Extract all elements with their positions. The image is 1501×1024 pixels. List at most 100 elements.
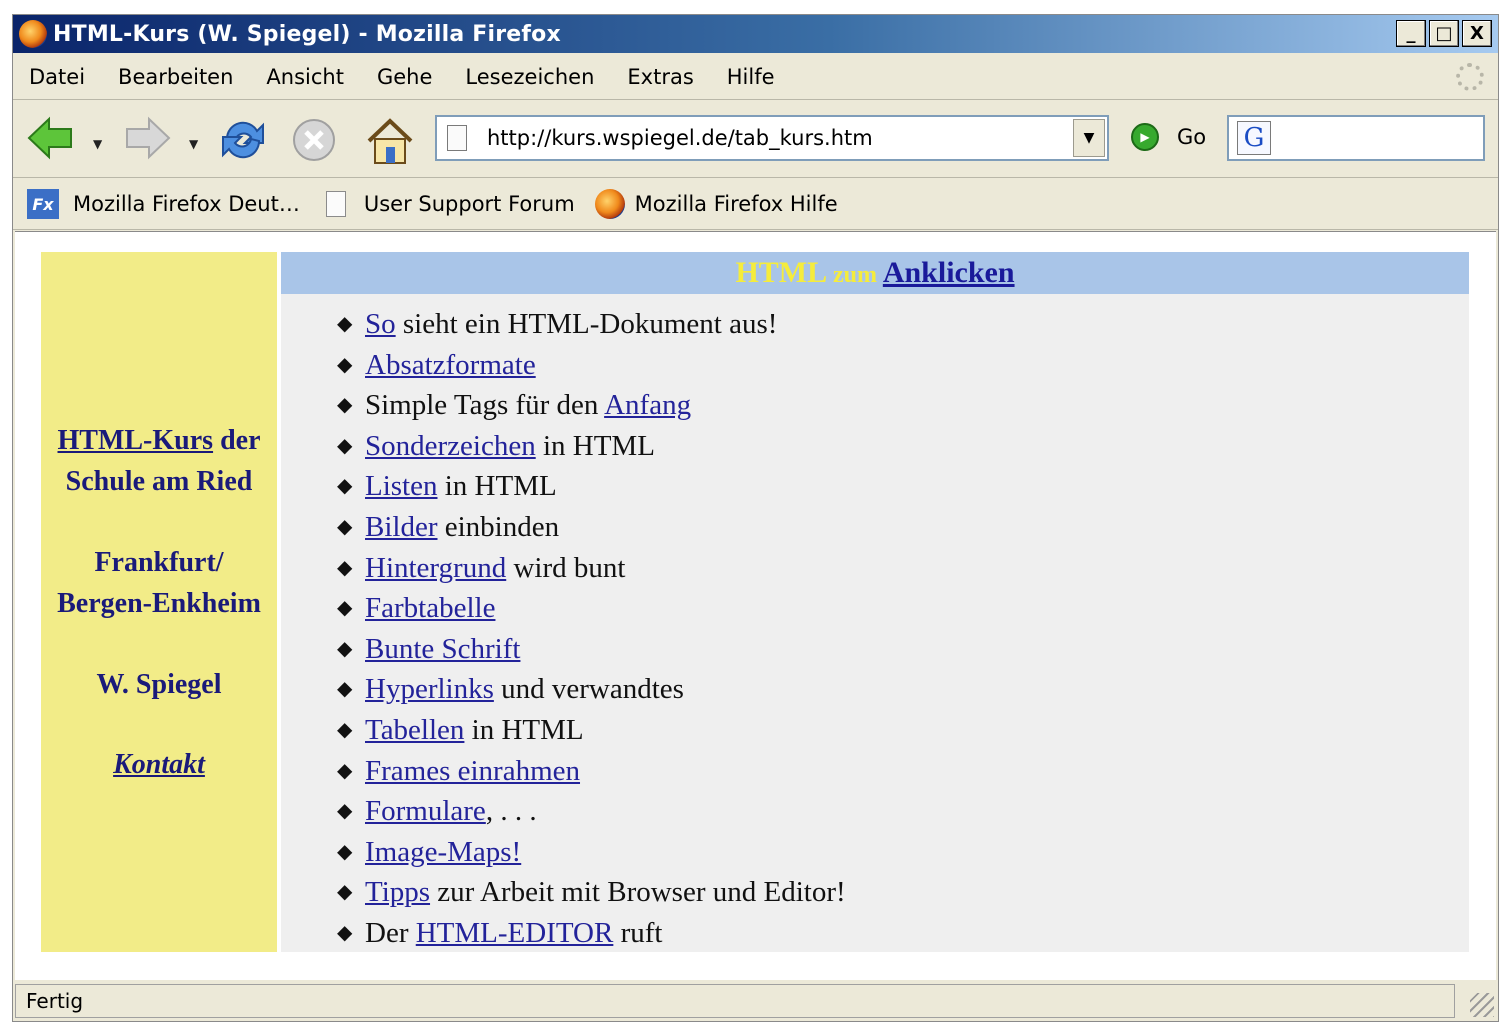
menu-ansicht[interactable]: Ansicht [266, 65, 344, 89]
list-item: ◆ Absatzformate [337, 345, 846, 386]
topic-link[interactable]: Bunte Schrift [365, 633, 520, 665]
status-bar: Fertig [13, 981, 1498, 1021]
go-icon[interactable]: ▶ [1131, 123, 1159, 151]
item-text-before: Der [365, 916, 416, 949]
bookmark-firefox-deutsch[interactable]: Fx Mozilla Firefox Deut… [13, 189, 300, 219]
stop-icon[interactable] [289, 115, 339, 165]
url-dropdown-icon[interactable]: ▼ [1073, 119, 1105, 157]
header-text-html: HTML [735, 256, 826, 289]
browser-window: HTML-Kurs (W. Spiegel) - Mozilla Firefox… [12, 14, 1499, 1022]
item-text-after: , . . . [485, 795, 537, 828]
reload-icon[interactable] [217, 115, 269, 165]
topic-link[interactable]: Listen [365, 470, 438, 502]
menu-bearbeiten[interactable]: Bearbeiten [118, 65, 233, 89]
bullet-icon: ◆ [337, 637, 353, 660]
go-button[interactable]: ▶ Go [1131, 123, 1206, 151]
status-text: Fertig [26, 989, 84, 1013]
close-button[interactable]: X [1462, 20, 1492, 47]
list-item: ◆ Formulare, . . . [337, 791, 846, 832]
item-text-after: einbinden [437, 510, 560, 543]
main-header: HTML zum Anklicken [281, 252, 1469, 294]
menu-gehe[interactable]: Gehe [377, 65, 432, 89]
bookmark-label[interactable]: User Support Forum [364, 192, 575, 216]
bookmark-support-forum[interactable]: User Support Forum [320, 191, 575, 217]
school-name: Schule am Ried [65, 466, 253, 497]
topic-link[interactable]: Frames einrahmen [365, 755, 580, 787]
list-item: ◆ Bunte Schrift [337, 629, 846, 670]
header-link[interactable]: Anklicken [883, 256, 1015, 289]
window-title: HTML-Kurs (W. Spiegel) - Mozilla Firefox [53, 21, 561, 47]
city-line-2: Bergen-Enkheim [57, 588, 261, 619]
item-text-before: Simple Tags für den [365, 389, 605, 422]
topic-list: ◆ So sieht ein HTML-Dokument aus! ◆ Absatzf… [337, 304, 846, 954]
forward-arrow-icon[interactable] [121, 115, 173, 161]
page-icon [447, 125, 467, 151]
go-label[interactable]: Go [1177, 125, 1206, 149]
topic-link[interactable]: Bilder [365, 511, 438, 543]
topic-link[interactable]: Image-Maps! [365, 836, 521, 868]
maximize-button[interactable]: □ [1429, 20, 1459, 47]
page-main: HTML zum Anklicken ◆ So sieht ein HTML-Do… [281, 252, 1469, 952]
menu-datei[interactable]: Datei [29, 65, 85, 89]
topic-link[interactable]: Tabellen [365, 714, 464, 746]
list-item: ◆ Simple Tags für den Anfang [337, 385, 846, 426]
menu-extras[interactable]: Extras [627, 65, 693, 89]
topic-link[interactable]: Farbtabelle [365, 592, 495, 624]
contact-link[interactable]: Kontakt [113, 749, 205, 780]
navigation-toolbar: ▼ ▼ http://kurs.wspiegel.de/tab_kurs.htm… [13, 101, 1498, 178]
search-engine-icon[interactable]: G [1237, 121, 1271, 155]
topic-link[interactable]: So [365, 308, 396, 340]
bookmark-label[interactable]: Mozilla Firefox Hilfe [635, 192, 838, 216]
bullet-icon: ◆ [337, 515, 353, 538]
bullet-icon: ◆ [337, 434, 353, 457]
list-item: ◆ Tipps zur Arbeit mit Browser und Editor… [337, 872, 846, 913]
bullet-icon: ◆ [337, 718, 353, 741]
bullet-icon: ◆ [337, 394, 353, 417]
item-text-after: und verwandtes [493, 673, 684, 706]
menu-lesezeichen[interactable]: Lesezeichen [465, 65, 594, 89]
search-input[interactable]: G [1227, 115, 1485, 161]
topic-link[interactable]: Hyperlinks [365, 673, 494, 705]
list-item: ◆ Sonderzeichen in HTML [337, 426, 846, 467]
bullet-icon: ◆ [337, 881, 353, 904]
window-controls: _ □ X [1396, 20, 1492, 47]
topic-link[interactable]: HTML-EDITOR [416, 917, 614, 949]
course-link[interactable]: HTML-Kurs [58, 425, 214, 456]
back-arrow-icon[interactable] [25, 115, 77, 161]
topic-link[interactable]: Formulare [365, 795, 486, 827]
topic-link[interactable]: Sonderzeichen [365, 430, 536, 462]
header-text-zum: zum [832, 262, 877, 288]
list-item: ◆ Image-Maps! [337, 832, 846, 873]
topic-link[interactable]: Absatzformate [365, 349, 536, 381]
list-item: ◆ Farbtabelle [337, 588, 846, 629]
url-bar[interactable]: http://kurs.wspiegel.de/tab_kurs.htm ▼ [435, 115, 1109, 161]
firefox-logo-icon [19, 20, 47, 48]
course-title-rest: der [213, 425, 261, 456]
author-name: W. Spiegel [96, 669, 222, 700]
page-sidebar: HTML-Kurs der Schule am Ried Frankfurt/ … [41, 252, 277, 952]
topic-link[interactable]: Tipps [365, 876, 430, 908]
bookmark-firefox-hilfe[interactable]: Mozilla Firefox Hilfe [594, 189, 838, 219]
topic-link[interactable]: Anfang [604, 389, 691, 421]
forward-history-dropdown-icon[interactable]: ▼ [189, 137, 198, 151]
minimize-button[interactable]: _ [1396, 20, 1426, 47]
list-item: ◆ Tabellen in HTML [337, 710, 846, 751]
list-item: ◆ Der HTML-EDITOR ruft [337, 913, 846, 954]
topic-link[interactable]: Hintergrund [365, 552, 506, 584]
fx-bookmark-icon: Fx [27, 189, 59, 219]
list-item: ◆ Frames einrahmen [337, 751, 846, 792]
back-history-dropdown-icon[interactable]: ▼ [93, 137, 102, 151]
bullet-icon: ◆ [337, 840, 353, 863]
resize-grip-icon[interactable] [1470, 993, 1494, 1017]
item-text-after: in HTML [437, 470, 557, 503]
status-panel: Fertig [15, 984, 1455, 1018]
item-text-after: in HTML [464, 713, 584, 746]
bookmark-label[interactable]: Mozilla Firefox Deut… [73, 192, 300, 216]
menu-hilfe[interactable]: Hilfe [727, 65, 775, 89]
url-text[interactable]: http://kurs.wspiegel.de/tab_kurs.htm [487, 126, 873, 150]
course-title: HTML-Kurs der Schule am Ried [41, 420, 277, 502]
item-text-after: in HTML [535, 429, 655, 462]
contact-block: Kontakt [41, 744, 277, 785]
bullet-icon: ◆ [337, 759, 353, 782]
home-icon[interactable] [363, 115, 417, 167]
